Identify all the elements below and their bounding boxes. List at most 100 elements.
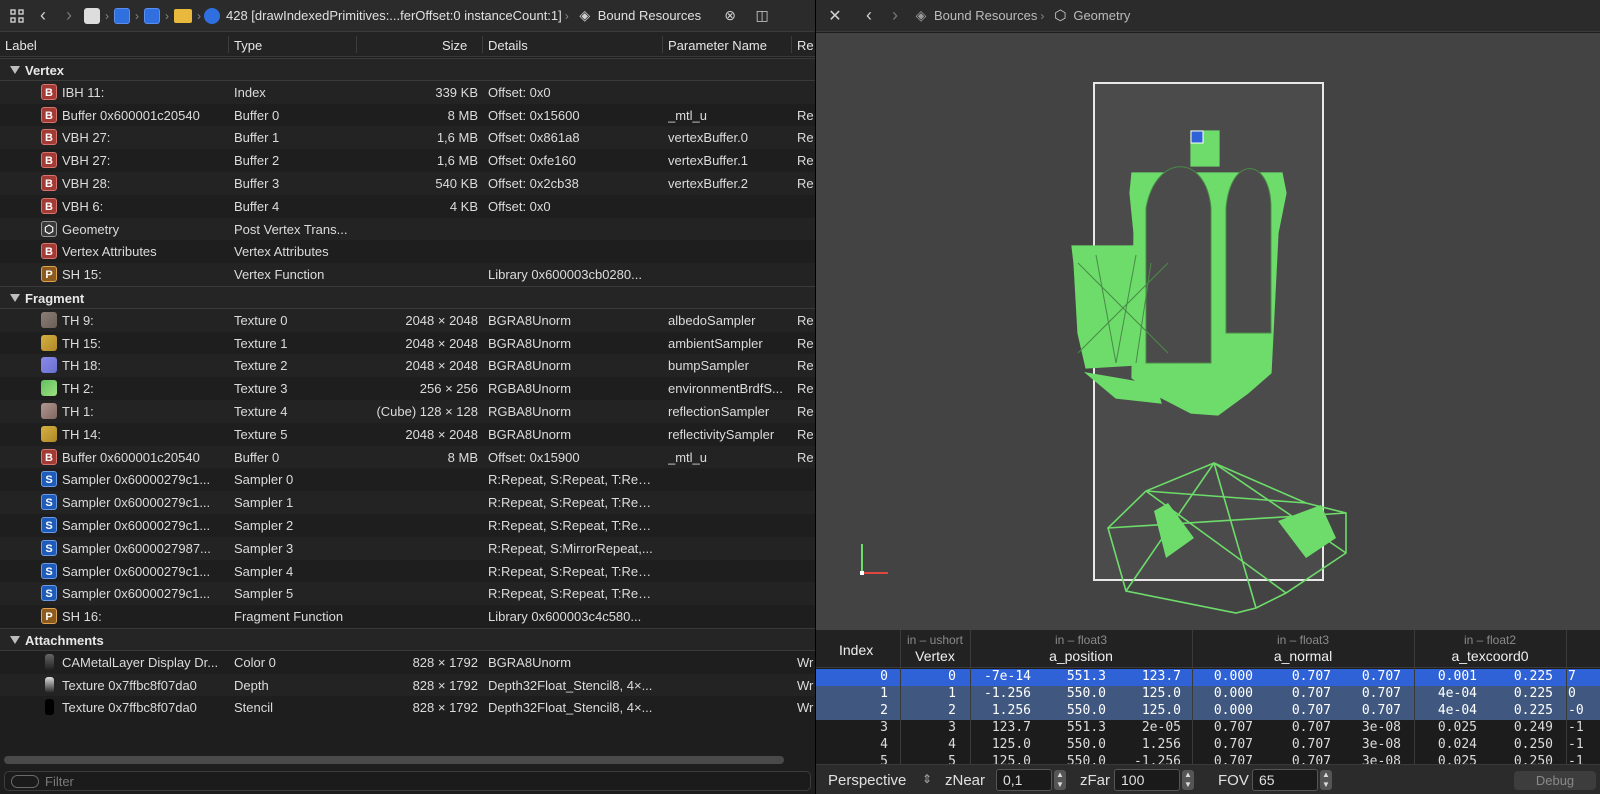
normal-col-name[interactable]: a_normal: [1193, 648, 1413, 664]
vertex-cell: -1: [1568, 737, 1584, 752]
resource-row[interactable]: B VBH 6: Buffer 4 4 KB Offset: 0x0: [0, 195, 815, 218]
col-type[interactable]: Type: [234, 38, 262, 53]
resource-row[interactable]: S Sampler 0x60000279c1... Sampler 1 R:Repea…: [0, 491, 815, 514]
filter-field[interactable]: Filter: [4, 771, 811, 791]
resource-row[interactable]: S Sampler 0x6000027987... Sampler 3 R:Repea…: [0, 536, 815, 560]
vertex-cell: 3: [880, 720, 888, 735]
vertex-row[interactable]: 0 0 -7e-14 551.3 123.7 0.000 0.707 0.707 0.001 0.…: [816, 669, 1600, 686]
column-divider[interactable]: [228, 36, 229, 53]
resource-type: Sampler 2: [234, 517, 294, 533]
texcoord-col-name[interactable]: a_texcoord0: [1415, 648, 1565, 664]
group-fragment[interactable]: Fragment: [0, 285, 815, 309]
debug-button[interactable]: Debug: [1514, 771, 1596, 790]
grid-icon[interactable]: [6, 5, 28, 27]
col-size[interactable]: Size: [442, 38, 467, 53]
projection-select[interactable]: Perspective: [828, 772, 906, 789]
resource-row[interactable]: B Buffer 0x600001c20540 Buffer 0 8 MB Offset…: [0, 104, 815, 127]
resource-type: Buffer 0: [234, 449, 280, 465]
resource-details: R:Repeat, S:Repeat, T:Rep...: [488, 472, 655, 488]
forward-icon[interactable]: ›: [58, 5, 80, 27]
projection-stepper-icon[interactable]: ⇕: [922, 772, 932, 786]
resource-row[interactable]: B Buffer 0x600001c20540 Buffer 0 8 MB Offset…: [0, 445, 815, 469]
vertex-row[interactable]: 5 5 125.0 550.0 -1.256 0.707 0.707 3e-08 0.025 0.…: [816, 754, 1600, 764]
disclosure-triangle-icon[interactable]: [10, 66, 20, 74]
vertex-cell: 0.707: [1291, 686, 1331, 701]
geometry-viewport[interactable]: [816, 33, 1600, 630]
column-divider[interactable]: [662, 36, 663, 53]
resource-row[interactable]: B VBH 27: Buffer 1 1,6 MB Offset: 0x861a8 ver…: [0, 126, 815, 150]
resource-row[interactable]: S Sampler 0x60000279c1... Sampler 2 R:Repea…: [0, 514, 815, 537]
resource-type: Texture 3: [234, 381, 288, 397]
sampler-icon: S: [41, 539, 57, 556]
zfar-field[interactable]: 100: [1114, 769, 1180, 791]
resource-row[interactable]: S Sampler 0x60000279c1... Sampler 0 R:Repea…: [0, 468, 815, 491]
index-header[interactable]: Index: [839, 642, 873, 658]
resource-label: Geometry: [62, 221, 120, 237]
vertex-row[interactable]: 4 4 125.0 550.0 1.256 0.707 0.707 3e-08 0.024 0.2…: [816, 737, 1600, 754]
resource-row[interactable]: B VBH 28: Buffer 3 540 KB Offset: 0x2cb38 ver…: [0, 171, 815, 195]
resource-row[interactable]: B Vertex Attributes Vertex Attributes: [0, 240, 815, 263]
resource-row[interactable]: ⬡ Geometry Post Vertex Trans...: [0, 217, 815, 241]
resource-size: 2048 × 2048: [405, 312, 478, 328]
resource-row[interactable]: Texture 0x7ffbc8f07da0 Stencil 828 × 1792 D…: [0, 696, 815, 719]
resource-type: Index: [234, 84, 266, 100]
fov-stepper[interactable]: ▲ ▼: [1320, 770, 1332, 790]
znear-stepper[interactable]: ▲ ▼: [1054, 770, 1066, 790]
draw-call-breadcrumb[interactable]: 428 [drawIndexedPrimitives:...ferOffset:…: [226, 8, 562, 23]
col-details[interactable]: Details: [488, 38, 528, 53]
resource-row[interactable]: B VBH 27: Buffer 2 1,6 MB Offset: 0xfe160 ver…: [0, 149, 815, 172]
resource-row[interactable]: S Sampler 0x60000279c1... Sampler 4 R:Repea…: [0, 560, 815, 583]
column-divider[interactable]: [356, 36, 357, 53]
vertex-row[interactable]: 1 1 -1.256 550.0 125.0 0.000 0.707 0.707 4e-04 0.…: [816, 686, 1600, 703]
horizontal-scrollbar[interactable]: [4, 756, 784, 764]
resource-row[interactable]: TH 2: Texture 3 256 × 256 RGBA8Unorm environ…: [0, 377, 815, 400]
resource-row[interactable]: TH 1: Texture 4 (Cube) 128 × 128 RGBA8Unorm…: [0, 399, 815, 423]
znear-field[interactable]: 0,1: [996, 769, 1052, 791]
geometry-breadcrumb[interactable]: Geometry: [1073, 8, 1130, 23]
forward-icon[interactable]: ›: [884, 5, 906, 27]
disclosure-triangle-icon[interactable]: [10, 293, 20, 302]
resource-row[interactable]: CAMetalLayer Display Dr... Color 0 828 × 1…: [0, 651, 815, 674]
column-divider[interactable]: [791, 36, 792, 53]
column-divider[interactable]: [482, 36, 483, 53]
vertex-cell: 4: [880, 737, 888, 752]
command-buffer-icon[interactable]: [114, 7, 130, 24]
col-parameter-name[interactable]: Parameter Name: [668, 38, 767, 53]
folder-icon[interactable]: [174, 8, 192, 23]
resource-label: Vertex Attributes: [62, 244, 157, 260]
position-col-name[interactable]: a_position: [971, 648, 1191, 664]
encoder-icon[interactable]: [144, 7, 160, 24]
disclosure-triangle-icon[interactable]: [10, 635, 20, 644]
back-icon[interactable]: ‹: [32, 5, 54, 27]
bound-resources-breadcrumb[interactable]: Bound Resources: [934, 8, 1037, 23]
resource-row[interactable]: TH 14: Texture 5 2048 × 2048 BGRA8Unorm refl…: [0, 423, 815, 446]
close-icon[interactable]: ✕: [824, 5, 846, 27]
resource-row[interactable]: P SH 15: Vertex Function Library 0x600003cb…: [0, 263, 815, 286]
fov-field[interactable]: 65: [1252, 769, 1318, 791]
resource-row[interactable]: TH 15: Texture 1 2048 × 2048 BGRA8Unorm ambi…: [0, 332, 815, 355]
resource-row[interactable]: TH 9: Texture 0 2048 × 2048 BGRA8Unorm albed…: [0, 308, 815, 332]
resource-details: BGRA8Unorm: [488, 335, 572, 351]
vertex-cell: 4e-04: [1437, 703, 1477, 718]
back-icon[interactable]: ‹: [858, 5, 880, 27]
group-attachments[interactable]: Attachments: [0, 627, 815, 651]
vertex-row[interactable]: 3 3 123.7 551.3 2e-05 0.707 0.707 3e-08 0.025 0.2…: [816, 720, 1600, 737]
zfar-stepper[interactable]: ▲ ▼: [1182, 770, 1194, 790]
device-icon[interactable]: [84, 7, 100, 24]
col-re[interactable]: Re: [797, 38, 814, 53]
column-divider: [1192, 630, 1193, 764]
resource-details: RGBA8Unorm: [488, 381, 572, 397]
resource-row[interactable]: S Sampler 0x60000279c1... Sampler 5 R:Repea…: [0, 582, 815, 606]
bound-resources-breadcrumb[interactable]: Bound Resources: [598, 8, 701, 23]
split-view-icon[interactable]: ◫: [751, 5, 773, 27]
resource-row[interactable]: Texture 0x7ffbc8f07da0 Depth 828 × 1792 Dep…: [0, 673, 815, 697]
resource-row[interactable]: P SH 16: Fragment Function Library 0x600003…: [0, 605, 815, 628]
resource-row[interactable]: B IBH 11: Index 339 KB Offset: 0x0: [0, 80, 815, 104]
vertex-col-name[interactable]: Vertex: [901, 648, 969, 664]
link-icon[interactable]: ⊗: [719, 5, 741, 27]
filter-options-icon[interactable]: [11, 775, 39, 788]
vertex-row[interactable]: 2 2 1.256 550.0 125.0 0.000 0.707 0.707 4e-04 0.2…: [816, 703, 1600, 720]
col-label[interactable]: Label: [5, 38, 37, 53]
resource-row[interactable]: TH 18: Texture 2 2048 × 2048 BGRA8Unorm bump…: [0, 354, 815, 378]
group-vertex[interactable]: Vertex: [0, 58, 815, 81]
